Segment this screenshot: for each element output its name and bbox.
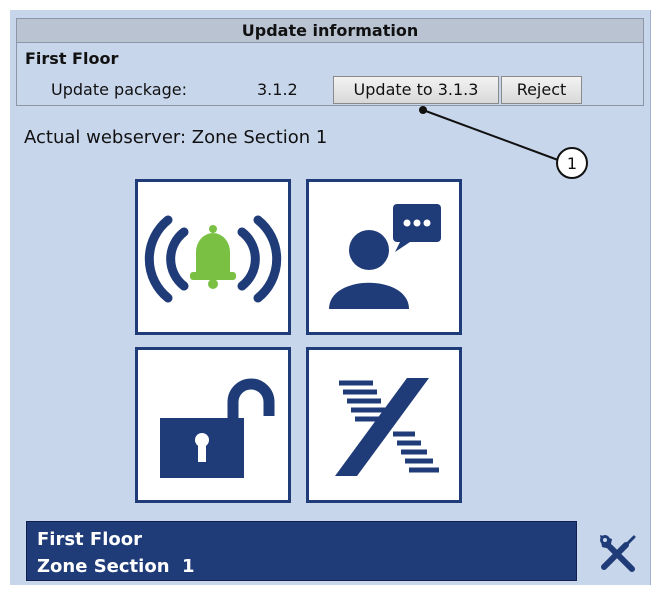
- zone-floor-label: First Floor: [37, 529, 143, 550]
- tile-unlock[interactable]: [135, 347, 291, 503]
- tools-icon[interactable]: [596, 531, 640, 575]
- person-chat-icon: [329, 204, 441, 309]
- callout-number: 1: [567, 154, 577, 173]
- padlock-open-icon: [160, 378, 275, 478]
- tile-brand[interactable]: [306, 347, 462, 503]
- zone-section-label: Zone Section 1: [37, 556, 195, 577]
- callout-leader-line: [422, 109, 559, 161]
- tile-alarm[interactable]: [135, 179, 291, 335]
- alarm-bell-icon: [144, 215, 282, 303]
- webserver-screen: Update information First Floor Update pa…: [10, 10, 651, 585]
- zone-info-bar: First Floor Zone Section 1: [26, 521, 577, 581]
- tile-communication[interactable]: [306, 179, 462, 335]
- x-logo-icon: [335, 378, 439, 476]
